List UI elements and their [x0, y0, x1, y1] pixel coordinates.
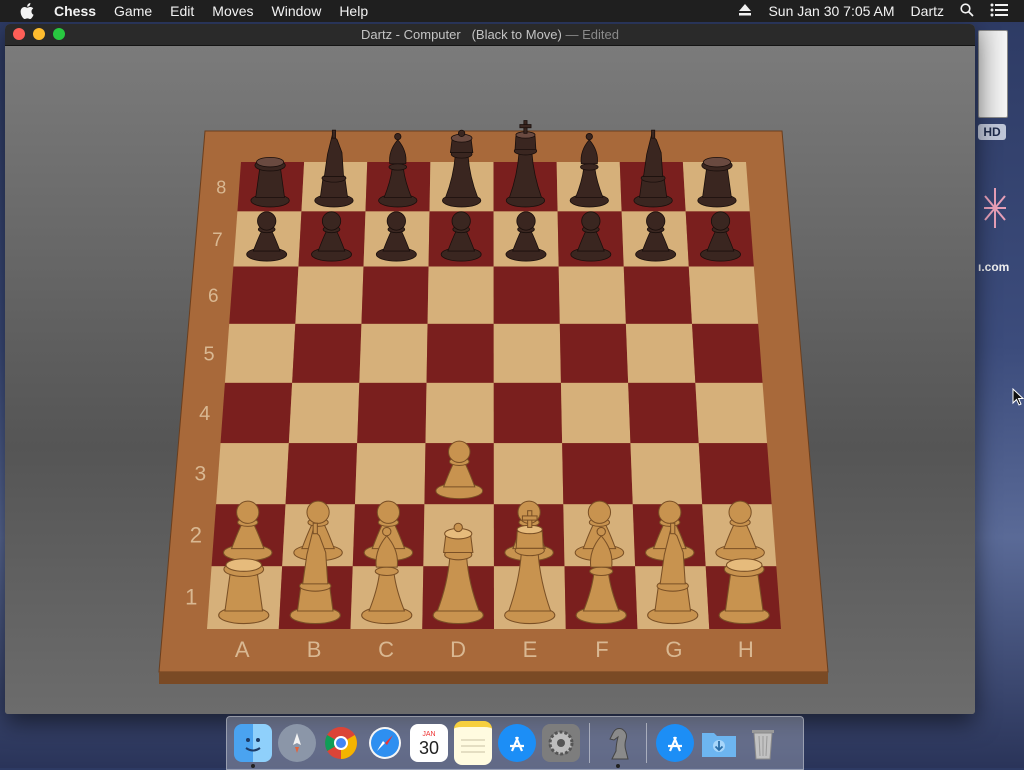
square-g4[interactable] [628, 382, 699, 444]
square-h5[interactable] [692, 323, 763, 383]
notification-center-icon[interactable] [990, 3, 1008, 20]
rank-label: 2 [190, 522, 202, 547]
square-f6[interactable] [558, 266, 626, 324]
window-title-bar[interactable]: Dartz - Computer (Black to Move) — Edite… [5, 24, 975, 46]
desktop-file-label[interactable]: ı.com [978, 260, 1009, 274]
square-b4[interactable] [288, 382, 360, 444]
square-b6[interactable] [295, 266, 364, 324]
calendar-icon[interactable]: JAN 30 [410, 724, 448, 762]
menu-game[interactable]: Game [114, 3, 152, 19]
rank-label: 8 [216, 178, 226, 198]
board-frame-edge [159, 672, 828, 684]
menu-window[interactable]: Window [272, 3, 322, 19]
app-store-downloads-icon[interactable] [656, 724, 694, 762]
file-label: G [665, 637, 682, 662]
turn-status: (Black to Move) [471, 27, 562, 42]
eject-icon[interactable] [738, 3, 752, 19]
menu-edit[interactable]: Edit [170, 3, 194, 19]
hard-disk-icon[interactable] [978, 30, 1008, 118]
file-label: F [595, 637, 608, 662]
rank-label: 5 [204, 343, 215, 365]
clock[interactable]: Sun Jan 30 7:05 AM [768, 3, 894, 19]
square-e5[interactable] [493, 323, 561, 383]
rank-label: 4 [199, 403, 210, 425]
file-label: D [450, 637, 466, 662]
trash-icon[interactable] [744, 724, 782, 762]
file-label: B [307, 637, 322, 662]
notes-icon[interactable] [454, 721, 492, 765]
running-indicator [616, 764, 620, 768]
dock-separator [646, 723, 647, 763]
square-b5[interactable] [292, 323, 362, 383]
file-label: E [523, 637, 538, 662]
finder-icon[interactable] [234, 724, 272, 768]
square-h3[interactable] [698, 443, 772, 505]
spotlight-search-icon[interactable] [960, 2, 974, 20]
user-name[interactable]: Dartz [911, 3, 944, 19]
window-minimize-button[interactable] [33, 28, 45, 40]
rank-label: 6 [208, 286, 219, 307]
file-label: A [235, 637, 250, 662]
square-h6[interactable] [688, 266, 759, 324]
square-b3[interactable] [285, 443, 358, 505]
dock-separator [589, 723, 590, 763]
rank-label: 7 [212, 230, 223, 251]
square-c3[interactable] [354, 443, 426, 505]
square-d5[interactable] [426, 323, 494, 383]
calendar-month: JAN [422, 730, 436, 738]
mouse-cursor-icon [1012, 388, 1024, 406]
square-a5[interactable] [224, 323, 296, 383]
system-preferences-icon[interactable] [542, 724, 580, 762]
square-f4[interactable] [560, 382, 631, 444]
square-c4[interactable] [357, 382, 427, 444]
desktop-file-icon[interactable] [980, 170, 1006, 246]
rank-label: 1 [185, 585, 197, 610]
dock: JAN 30 [226, 716, 804, 770]
launchpad-icon[interactable] [278, 724, 316, 762]
square-c6[interactable] [361, 266, 429, 324]
menu-app-chess[interactable]: Chess [54, 3, 96, 19]
square-g3[interactable] [630, 443, 703, 505]
square-e6[interactable] [493, 266, 560, 324]
downloads-folder-icon[interactable] [700, 724, 738, 762]
edited-indicator: — Edited [565, 27, 619, 42]
square-a6[interactable] [229, 266, 299, 324]
chrome-icon[interactable] [322, 724, 360, 762]
square-e3[interactable] [493, 443, 564, 505]
square-e4[interactable] [493, 382, 563, 444]
chess-board[interactable]: 1 2 3 4 5 6 7 8 A B C D E F G H [5, 46, 975, 714]
square-h4[interactable] [695, 382, 768, 444]
window-zoom-button[interactable] [53, 28, 65, 40]
board-scene[interactable]: 1 2 3 4 5 6 7 8 A B C D E F G H [5, 46, 975, 714]
chess-window: Dartz - Computer (Black to Move) — Edite… [5, 24, 975, 714]
safari-icon[interactable] [366, 724, 404, 762]
menu-bar: Chess Game Edit Moves Window Help Sun Ja… [0, 0, 1024, 22]
square-c5[interactable] [359, 323, 428, 383]
square-d4[interactable] [425, 382, 494, 444]
window-close-button[interactable] [13, 28, 25, 40]
hard-disk-label[interactable]: HD [978, 124, 1006, 140]
square-d6[interactable] [427, 266, 494, 324]
square-g5[interactable] [625, 323, 696, 383]
menu-moves[interactable]: Moves [212, 3, 253, 19]
menu-help[interactable]: Help [339, 3, 368, 19]
square-a4[interactable] [220, 382, 293, 444]
board-squares [207, 162, 781, 629]
app-store-icon[interactable] [498, 724, 536, 762]
file-label: H [738, 637, 754, 662]
square-f3[interactable] [562, 443, 633, 505]
window-title: Dartz - Computer [361, 27, 461, 42]
apple-menu-icon[interactable] [20, 3, 40, 19]
running-indicator [251, 764, 255, 768]
square-a3[interactable] [216, 443, 289, 505]
file-label: C [378, 637, 394, 662]
rank-label: 3 [194, 463, 206, 486]
square-f5[interactable] [559, 323, 629, 383]
calendar-day: 30 [418, 737, 440, 758]
square-g6[interactable] [623, 266, 693, 324]
chess-icon[interactable] [599, 724, 637, 768]
